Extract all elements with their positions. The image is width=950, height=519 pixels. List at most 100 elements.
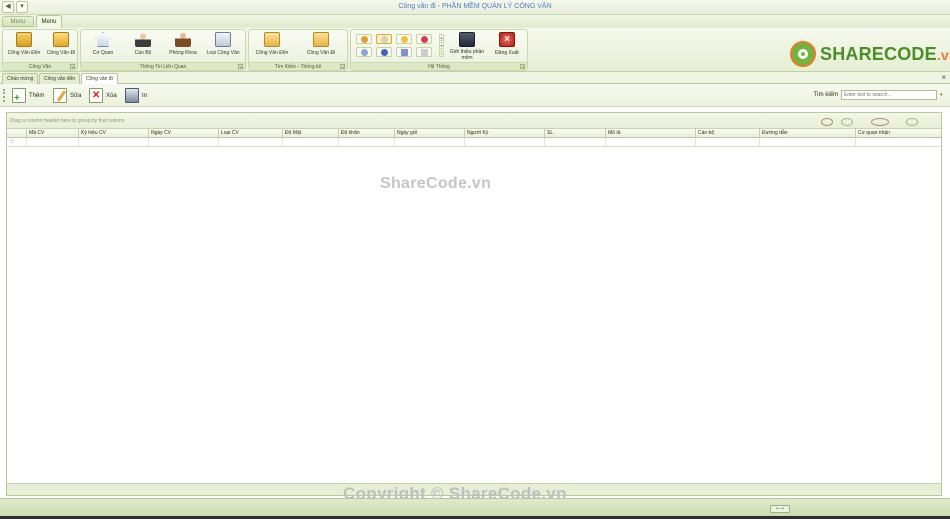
filter-cell[interactable] [219,138,283,147]
column-header-duong-dan[interactable]: Đường dẫn [760,129,856,138]
group-tim-kiem-thong-ke: Công Văn Đến Công Văn Đi Tìm Kiếm - Thốn… [248,29,348,71]
tab-cong-van-den[interactable]: Công văn đến [39,73,81,84]
filter-cell[interactable] [696,138,760,147]
tab-menu[interactable]: Menu [36,15,62,28]
group-caption: Tìm Kiếm - Thống kê [249,62,347,70]
can-bo-label: Cán Bộ [134,50,152,56]
add-button[interactable]: Thêm [12,87,44,104]
column-header-ma-cv[interactable]: Mã CV [27,129,79,138]
skin-option[interactable] [416,34,432,44]
edit-button[interactable]: Sửa [53,87,81,104]
search-input[interactable] [841,90,937,100]
skin-swatch-icon [381,36,388,43]
skin-option[interactable] [396,34,412,44]
can-bo-button[interactable]: Cán Bộ [123,32,163,62]
ribbon: Công Văn Đến Công Văn Đi Công Văn ↘ Cơ Q… [0,28,950,72]
exit-icon: × [499,32,515,47]
dang-xuat-button[interactable]: × Đăng Xuất [487,32,527,62]
dialog-launcher-icon[interactable]: ↘ [520,64,525,69]
group-caption: Thông Tin Liên Quan [81,62,245,70]
printer-icon [125,88,139,103]
ribbon-tab-strip: Menu Menu [0,15,950,28]
dialog-launcher-icon[interactable]: ↘ [70,64,75,69]
watermark-middle: ShareCode.vn [380,175,492,192]
filter-cell[interactable] [395,138,465,147]
search-cong-van-den-button[interactable]: Công Văn Đến [252,32,292,62]
skin-option[interactable] [416,47,432,57]
cong-van-di-button[interactable]: Công Văn Đi [41,32,81,62]
column-header-nguoi-ky[interactable]: Người Ký [465,129,545,138]
filter-cell[interactable] [283,138,339,147]
clipboard-icon [215,32,231,47]
filter-cell[interactable] [339,138,395,147]
skin-option[interactable] [356,47,372,57]
group-cong-van: Công Văn Đến Công Văn Đi Công Văn ↘ [2,29,78,71]
toolbar-grip-icon[interactable] [3,89,5,102]
filter-cell[interactable] [545,138,606,147]
column-header-loai-cv[interactable]: Loại CV [219,129,283,138]
edit-document-icon [53,88,67,103]
skin-gallery-scroller: ▴ ▾ ≡ [439,34,444,58]
filter-cell[interactable] [760,138,856,147]
application-menu-button[interactable]: Menu [2,16,34,27]
gallery-more-icon[interactable]: ≡ [439,50,444,57]
group-caption: Hệ Thống [351,62,527,70]
skin-swatch-icon [421,36,428,43]
filter-cell[interactable] [79,138,149,147]
row-indicator-header[interactable] [7,129,27,138]
search-cong-van-di-button[interactable]: Công Văn Đi [301,32,341,62]
skin-option[interactable] [356,34,372,44]
close-document-icon[interactable]: × [941,73,946,82]
group-by-panel[interactable]: Drag a column header here to group by th… [7,113,941,129]
decorative-swirl-icon [811,114,931,128]
co-quan-button[interactable]: Cơ Quan [83,32,123,62]
column-header-sl[interactable]: SL [545,129,606,138]
cong-van-den-label: Công Văn Đến [7,50,41,56]
resize-grip-icon[interactable]: ⇐⇒ [770,505,790,513]
column-header-can-bo[interactable]: Cán bộ [696,129,760,138]
sharecode-logo: SHARECODE.vn [788,40,950,70]
search-cong-van-di-label: Công Văn Đi [306,50,336,56]
group-by-hint: Drag a column header here to group by th… [10,118,125,124]
filter-cell[interactable] [149,138,219,147]
dialog-launcher-icon[interactable]: ↘ [340,64,345,69]
skin-option[interactable] [396,47,412,57]
column-header-co-quan-nhan[interactable]: Cơ quan nhận [856,129,941,138]
dialog-launcher-icon[interactable]: ↘ [238,64,243,69]
data-grid: Drag a column header here to group by th… [6,112,942,496]
dang-xuat-label: Đăng Xuất [495,50,519,56]
home-icon [95,32,111,47]
gallery-up-icon[interactable]: ▴ [439,34,444,41]
column-header-do-khan[interactable]: Độ khẩn [339,129,395,138]
filter-cell[interactable] [606,138,696,147]
inbox-icon [16,32,32,47]
auto-filter-row[interactable]: ▽ [7,138,941,147]
gallery-down-icon[interactable]: ▾ [439,42,444,49]
skin-swatch-icon [381,49,388,56]
column-header-ky-hieu-cv[interactable]: Ký hiệu CV [79,129,149,138]
loai-cong-van-label: Loại Công Văn [206,50,240,56]
column-header-mo-ta[interactable]: Mô tả [606,129,696,138]
skin-option-selected[interactable] [376,34,392,44]
loai-cong-van-button[interactable]: Loại Công Văn [203,32,243,62]
filter-cell[interactable] [27,138,79,147]
document-tab-strip: Chào mừng Công văn đến Công văn đi × [0,72,950,85]
gioi-thieu-button[interactable]: Giới thiệu phần mềm [447,32,487,62]
column-header-do-mat[interactable]: Độ Mật [283,129,339,138]
search-cong-van-den-label: Công Văn Đến [255,50,289,56]
print-button[interactable]: In [125,87,147,104]
delete-button[interactable]: Xóa [89,87,117,104]
search-label: Tìm kiếm [813,92,838,98]
column-header-ngay-gui[interactable]: Ngày gửi [395,129,465,138]
cong-van-den-button[interactable]: Công Văn Đến [4,32,44,62]
phong-khoa-label: Phòng Khoa [169,50,197,56]
filter-cell[interactable] [465,138,545,147]
print-label: In [142,92,148,99]
search-dropdown-icon[interactable]: ▾ [940,90,946,100]
column-header-ngay-cv[interactable]: Ngày CV [149,129,219,138]
phong-khoa-button[interactable]: Phòng Khoa [163,32,203,62]
skin-option[interactable] [376,47,392,57]
folder-icon [264,32,280,47]
tab-chao-mung[interactable]: Chào mừng [2,73,39,84]
group-caption: Công Văn [3,62,77,70]
